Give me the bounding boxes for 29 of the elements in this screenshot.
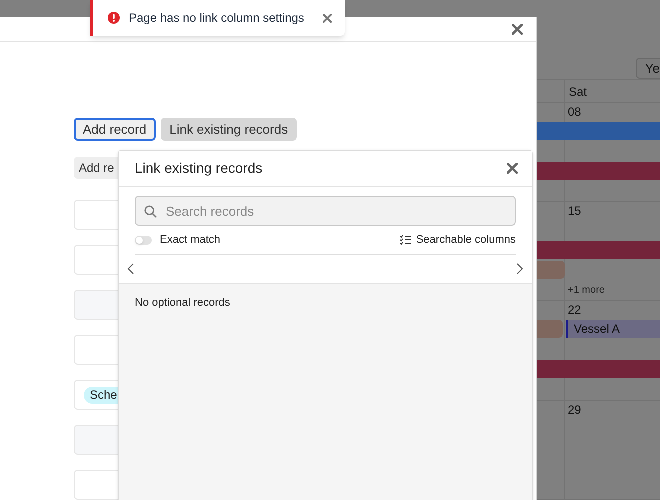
event-bar[interactable]: Vessel A: [566, 320, 660, 338]
event-bar[interactable]: [537, 162, 660, 180]
dialog-title: Link existing records: [135, 159, 263, 178]
date-label: 15: [567, 203, 582, 220]
checklist-icon: [400, 235, 412, 245]
close-icon[interactable]: [512, 24, 523, 34]
search-icon: [144, 205, 157, 218]
toggle-switch[interactable]: [135, 236, 152, 244]
empty-message: No optional records: [135, 296, 230, 311]
event-bar[interactable]: [537, 122, 660, 140]
more-link[interactable]: +1 more: [568, 286, 605, 296]
search-field[interactable]: Search records: [135, 196, 516, 226]
chevron-left-icon[interactable]: [127, 263, 135, 275]
close-icon[interactable]: [323, 14, 332, 22]
date-label: 08: [567, 104, 582, 121]
date-label: 29: [567, 402, 582, 419]
close-icon[interactable]: [507, 163, 518, 174]
event-bar[interactable]: [537, 241, 660, 260]
exact-match-label: Exact match: [160, 232, 221, 248]
record-button[interactable]: Link existing records: [160, 118, 298, 141]
searchable-columns-button[interactable]: Searchable columns: [400, 232, 516, 248]
error-icon: [108, 12, 120, 24]
year-view-button[interactable]: Ye: [636, 58, 660, 79]
toast-message: Page has no link column settings: [129, 10, 304, 27]
chevron-right-icon[interactable]: [516, 263, 524, 275]
event-bar[interactable]: [537, 360, 660, 378]
day-header: Sat: [568, 84, 588, 101]
record-button[interactable]: Add record: [74, 118, 156, 141]
date-label: 22: [567, 302, 582, 320]
